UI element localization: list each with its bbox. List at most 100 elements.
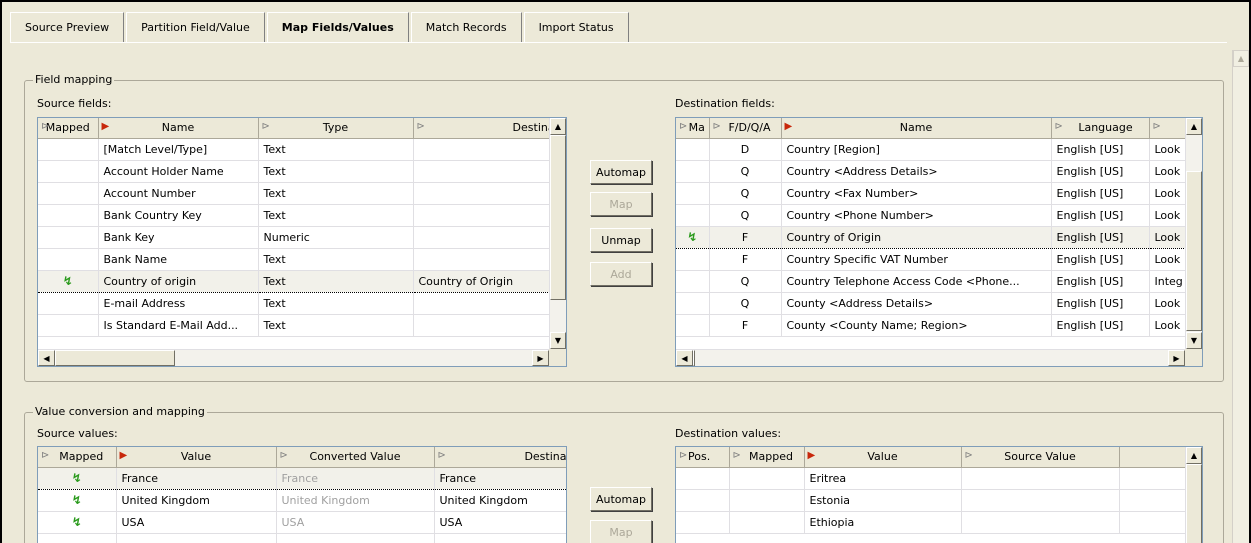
fdqa-cell[interactable]: Q [709,204,782,227]
table-row[interactable]: E-mail Address Text [38,292,566,315]
extra-cell[interactable] [1119,511,1188,534]
fdqa-cell[interactable]: F [709,314,782,337]
mapped-cell[interactable] [729,467,805,490]
table-row[interactable]: Is Standard E-Mail Add... Text [38,314,566,337]
table-row[interactable]: Q County <Address Details> English [US] Loo… [676,292,1202,315]
name-cell[interactable]: Bank Name [98,248,259,271]
mapped-cell[interactable]: ↯ [676,225,710,249]
type-cell[interactable]: Numeric [258,226,414,249]
destination-value-cell[interactable]: USA [434,511,566,534]
scroll-right-icon[interactable]: ▶ [532,350,549,366]
converted-value-cell[interactable]: France [276,466,435,490]
table-row[interactable]: Bank Name Text [38,248,566,271]
value-cell[interactable]: Ethiopia [804,511,962,534]
value-cell[interactable]: France [116,466,277,490]
tab-partition-field-value[interactable]: Partition Field/Value [126,12,265,42]
tab-import-status[interactable]: Import Status [523,12,629,42]
col-header-converted-value[interactable]: ⊳ Converted Value [276,447,435,468]
col-header-mapped[interactable]: ⊳ Ma [676,118,710,139]
scroll-left-icon[interactable]: ◀ [38,350,55,366]
value-cell[interactable]: United Kingdom [116,489,277,512]
name-cell[interactable]: Country of origin [98,269,259,293]
language-cell[interactable]: English [US] [1051,292,1150,315]
type-cell[interactable]: Text [258,292,414,315]
type-cell[interactable]: Text [258,138,414,161]
name-cell[interactable]: Country Telephone Access Code <Phone... [781,270,1052,293]
destination-value-cell[interactable]: United Kingdom [434,489,566,512]
language-cell[interactable]: English [US] [1051,270,1150,293]
language-cell[interactable]: English [US] [1051,182,1150,205]
col-header-mapped[interactable]: ⊳ Mapped [729,447,805,468]
col-header-value[interactable]: ▶ Value [116,447,277,468]
extra-cell[interactable] [1119,467,1188,490]
name-cell[interactable]: Account Number [98,182,259,205]
table-row[interactable]: [Match Level/Type] Text [38,138,566,161]
mapped-cell[interactable] [38,292,99,315]
fdqa-cell[interactable]: F [709,225,782,249]
scroll-up-arrow-icon[interactable]: ▲ [1233,50,1249,67]
table-row[interactable]: Bank Key Numeric [38,226,566,249]
destination-cell[interactable] [413,314,566,337]
scroll-up-icon[interactable]: ▲ [1186,118,1202,135]
destination-values-grid[interactable]: ⊳ Pos. ⊳ Mapped ▶ Value ⊳ Source Value Eritr… [675,446,1203,543]
name-cell[interactable]: Is Standard E-Mail Add... [98,314,259,337]
add-button[interactable]: Add [590,262,652,286]
tab-match-records[interactable]: Match Records [410,12,522,42]
mapped-cell[interactable] [38,182,99,205]
table-row[interactable]: ↯ United Kingdom United Kingdom United King… [38,489,566,512]
name-cell[interactable]: Country Specific VAT Number [781,248,1052,271]
value-cell[interactable]: Estonia [804,489,962,512]
value-cell[interactable]: Eritrea [804,467,962,490]
language-cell[interactable]: English [US] [1051,160,1150,183]
mapped-cell[interactable]: ↯ [38,269,99,293]
fdqa-cell[interactable]: F [709,248,782,271]
destination-cell[interactable] [413,160,566,183]
mapped-cell[interactable] [729,511,805,534]
language-cell[interactable]: English [US] [1051,314,1150,337]
name-cell[interactable]: Country <Address Details> [781,160,1052,183]
scroll-down-icon[interactable]: ▼ [550,332,566,349]
language-cell[interactable]: English [US] [1051,248,1150,271]
table-row[interactable]: Estonia [676,489,1188,512]
source-fields-vscroll[interactable]: ▲ ▼ [549,118,566,349]
name-cell[interactable]: Country of Origin [781,225,1052,249]
table-row[interactable]: ↯ USA USA USA [38,511,566,534]
fdqa-cell[interactable]: Q [709,160,782,183]
main-vertical-scrollbar[interactable]: ▲ [1232,50,1249,543]
col-header-type[interactable]: ⊳ Type [258,118,414,139]
language-cell[interactable]: English [US] [1051,225,1150,249]
scroll-up-icon[interactable]: ▲ [1186,447,1202,464]
col-header-mapped[interactable]: ⊳ Mapped [38,447,117,468]
type-cell[interactable]: Text [258,314,414,337]
value-cell[interactable]: USA [116,511,277,534]
mapped-cell[interactable] [676,292,710,315]
table-row[interactable]: Q Country <Phone Number> English [US] Look [676,204,1202,227]
col-header-language[interactable]: ⊳ Language [1051,118,1150,139]
source-value-cell[interactable] [961,511,1120,534]
name-cell[interactable]: County <County Name; Region> [781,314,1052,337]
unmap-button[interactable]: Unmap [590,228,652,252]
destination-cell[interactable] [413,204,566,227]
destination-cell[interactable] [413,226,566,249]
table-row[interactable]: ↯ France France France [38,466,566,490]
destination-fields-hscroll[interactable]: ◀ ▶ [676,349,1185,366]
name-cell[interactable]: E-mail Address [98,292,259,315]
table-row[interactable]: Q Country <Address Details> English [US] Lo… [676,160,1202,183]
converted-value-cell[interactable]: USA [276,511,435,534]
table-row[interactable]: D Country [Region] English [US] Look [676,138,1202,161]
language-cell[interactable]: English [US] [1051,138,1150,161]
mapped-cell[interactable] [676,248,710,271]
scroll-down-icon[interactable]: ▼ [1186,332,1202,349]
mapped-cell[interactable] [38,226,99,249]
scroll-thumb[interactable] [693,350,695,366]
name-cell[interactable]: County <Address Details> [781,292,1052,315]
type-cell[interactable]: Text [258,182,414,205]
mapped-cell[interactable] [676,160,710,183]
destination-values-vscroll[interactable]: ▲ [1185,447,1202,543]
name-cell[interactable]: Country [Region] [781,138,1052,161]
scroll-right-icon[interactable]: ▶ [1168,350,1185,366]
pos-cell[interactable] [676,489,730,512]
tab-map-fields-values[interactable]: Map Fields/Values [266,12,409,42]
col-header-source-value[interactable]: ⊳ Source Value [961,447,1120,468]
col-header-destination-value[interactable]: ⊳Destination Valu [434,447,566,468]
